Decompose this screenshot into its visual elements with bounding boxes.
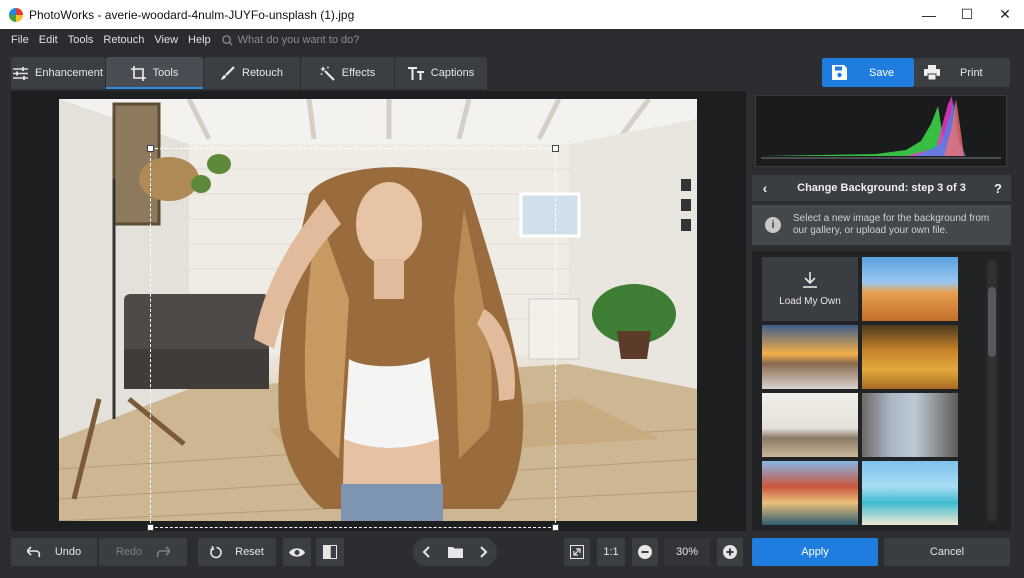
title-bar: PhotoWorks - averie-woodard-4nulm-JUYFo-… bbox=[0, 0, 1024, 29]
gallery-thumb-living-room[interactable] bbox=[762, 393, 858, 457]
menu-bar: File Edit Tools Retouch View Help What d… bbox=[0, 29, 1024, 51]
save-button[interactable]: Save bbox=[822, 58, 914, 87]
undo-button[interactable]: Undo bbox=[11, 538, 97, 566]
menu-edit[interactable]: Edit bbox=[34, 34, 63, 46]
plus-circle-icon bbox=[723, 545, 737, 559]
minus-circle-icon bbox=[638, 545, 652, 559]
zoom-1-1-button[interactable]: 1:1 bbox=[597, 538, 625, 566]
step-title: Change Background: step 3 of 3 bbox=[797, 182, 966, 194]
gallery-thumb-autumn[interactable] bbox=[862, 325, 958, 389]
print-button[interactable]: Print bbox=[914, 58, 1010, 87]
background-gallery: Load My Own bbox=[752, 251, 1011, 531]
cancel-button[interactable]: Cancel bbox=[884, 538, 1010, 566]
eye-icon bbox=[289, 547, 305, 557]
menu-tools[interactable]: Tools bbox=[63, 34, 99, 46]
gallery-thumb-city-street[interactable] bbox=[862, 393, 958, 457]
crop-handle-top-right[interactable] bbox=[552, 145, 559, 152]
tab-tools[interactable]: Tools bbox=[106, 57, 204, 89]
search-placeholder: What do you want to do? bbox=[237, 34, 360, 46]
maximize-button[interactable]: ☐ bbox=[948, 0, 986, 29]
gallery-scroll-thumb[interactable] bbox=[988, 287, 996, 357]
reset-button[interactable]: Reset bbox=[198, 538, 276, 566]
canvas-area[interactable] bbox=[11, 91, 746, 531]
apply-button[interactable]: Apply bbox=[752, 538, 878, 566]
compare-icon bbox=[323, 545, 337, 559]
redo-icon bbox=[156, 546, 171, 558]
gallery-thumb-beach[interactable] bbox=[862, 461, 958, 525]
menu-view[interactable]: View bbox=[149, 34, 183, 46]
minimize-button[interactable]: — bbox=[910, 0, 948, 29]
brush-icon bbox=[221, 66, 235, 80]
compare-button[interactable] bbox=[316, 538, 344, 566]
crop-handle-top-left[interactable] bbox=[147, 145, 154, 152]
gallery-thumb-sunset-road[interactable] bbox=[762, 325, 858, 389]
zoom-in-button[interactable] bbox=[717, 538, 743, 566]
reset-icon bbox=[210, 545, 222, 558]
fit-screen-icon bbox=[570, 545, 584, 559]
next-image-button[interactable] bbox=[471, 538, 497, 566]
app-window: File Edit Tools Retouch View Help What d… bbox=[0, 29, 1024, 578]
info-text: Select a new image for the background fr… bbox=[793, 213, 990, 236]
tab-enhancement-label: Enhancement bbox=[35, 67, 103, 79]
undo-icon bbox=[26, 546, 41, 558]
menu-retouch[interactable]: Retouch bbox=[98, 34, 149, 46]
reset-label: Reset bbox=[235, 546, 264, 558]
menu-help[interactable]: Help bbox=[183, 34, 216, 46]
previous-image-button[interactable] bbox=[413, 538, 439, 566]
tab-captions-label: Captions bbox=[430, 67, 475, 79]
open-folder-button[interactable] bbox=[439, 538, 471, 566]
gallery-thumb-village[interactable] bbox=[762, 461, 858, 525]
menu-search[interactable]: What do you want to do? bbox=[221, 34, 360, 46]
tab-bar: Enhancement Tools Retouch Effects Captio… bbox=[0, 51, 1024, 91]
right-panel: ‹ Change Background: step 3 of 3 ? i Sel… bbox=[752, 91, 1011, 531]
text-icon bbox=[407, 66, 424, 80]
load-my-own-label: Load My Own bbox=[779, 295, 841, 307]
search-icon bbox=[221, 34, 233, 46]
app-logo-icon bbox=[9, 7, 23, 22]
step-header: ‹ Change Background: step 3 of 3 ? bbox=[752, 175, 1011, 201]
undo-label: Undo bbox=[54, 546, 82, 558]
tab-tools-label: Tools bbox=[152, 67, 179, 79]
redo-label: Redo bbox=[115, 546, 143, 558]
menu-file[interactable]: File bbox=[6, 34, 34, 46]
folder-icon bbox=[447, 547, 463, 558]
window-title: PhotoWorks - averie-woodard-4nulm-JUYFo-… bbox=[29, 7, 355, 22]
tab-retouch[interactable]: Retouch bbox=[204, 57, 301, 89]
gallery-scrollbar[interactable] bbox=[987, 259, 997, 521]
tab-effects[interactable]: Effects bbox=[301, 57, 395, 89]
zoom-out-button[interactable] bbox=[632, 538, 658, 566]
save-label: Save bbox=[869, 66, 895, 79]
info-box: i Select a new image for the background … bbox=[752, 205, 1011, 245]
redo-button[interactable]: Redo bbox=[99, 538, 187, 566]
tab-effects-label: Effects bbox=[341, 67, 376, 79]
magic-wand-icon bbox=[319, 65, 335, 81]
info-icon: i bbox=[765, 217, 781, 233]
chevron-left-icon bbox=[422, 546, 430, 558]
fit-to-screen-button[interactable] bbox=[564, 538, 590, 566]
zoom-level[interactable]: 30% bbox=[664, 538, 710, 566]
preview-button[interactable] bbox=[283, 538, 311, 566]
histogram-graph bbox=[761, 96, 1001, 159]
window-controls: — ☐ ✕ bbox=[910, 0, 1024, 29]
download-icon bbox=[803, 271, 817, 288]
histogram bbox=[755, 95, 1007, 167]
load-my-own-button[interactable]: Load My Own bbox=[762, 257, 858, 321]
floppy-disk-icon bbox=[832, 65, 847, 80]
crop-icon bbox=[130, 65, 146, 81]
chevron-right-icon bbox=[480, 546, 488, 558]
print-label: Print bbox=[960, 66, 983, 79]
tab-captions[interactable]: Captions bbox=[395, 57, 488, 89]
tab-retouch-label: Retouch bbox=[242, 67, 283, 79]
bottom-bar: Undo Redo Reset 1:1 30% Apply Cancel bbox=[0, 533, 1024, 578]
help-button[interactable]: ? bbox=[985, 181, 1011, 196]
back-chevron-icon[interactable]: ‹ bbox=[752, 180, 778, 196]
printer-icon bbox=[924, 65, 940, 80]
gallery-thumb-desert[interactable] bbox=[862, 257, 958, 321]
tab-enhancement[interactable]: Enhancement bbox=[11, 57, 106, 89]
crop-frame[interactable] bbox=[147, 145, 559, 531]
close-button[interactable]: ✕ bbox=[986, 0, 1024, 29]
sliders-icon bbox=[13, 66, 29, 80]
crop-handle-bottom-right[interactable] bbox=[552, 524, 559, 531]
crop-handle-bottom-left[interactable] bbox=[147, 524, 154, 531]
